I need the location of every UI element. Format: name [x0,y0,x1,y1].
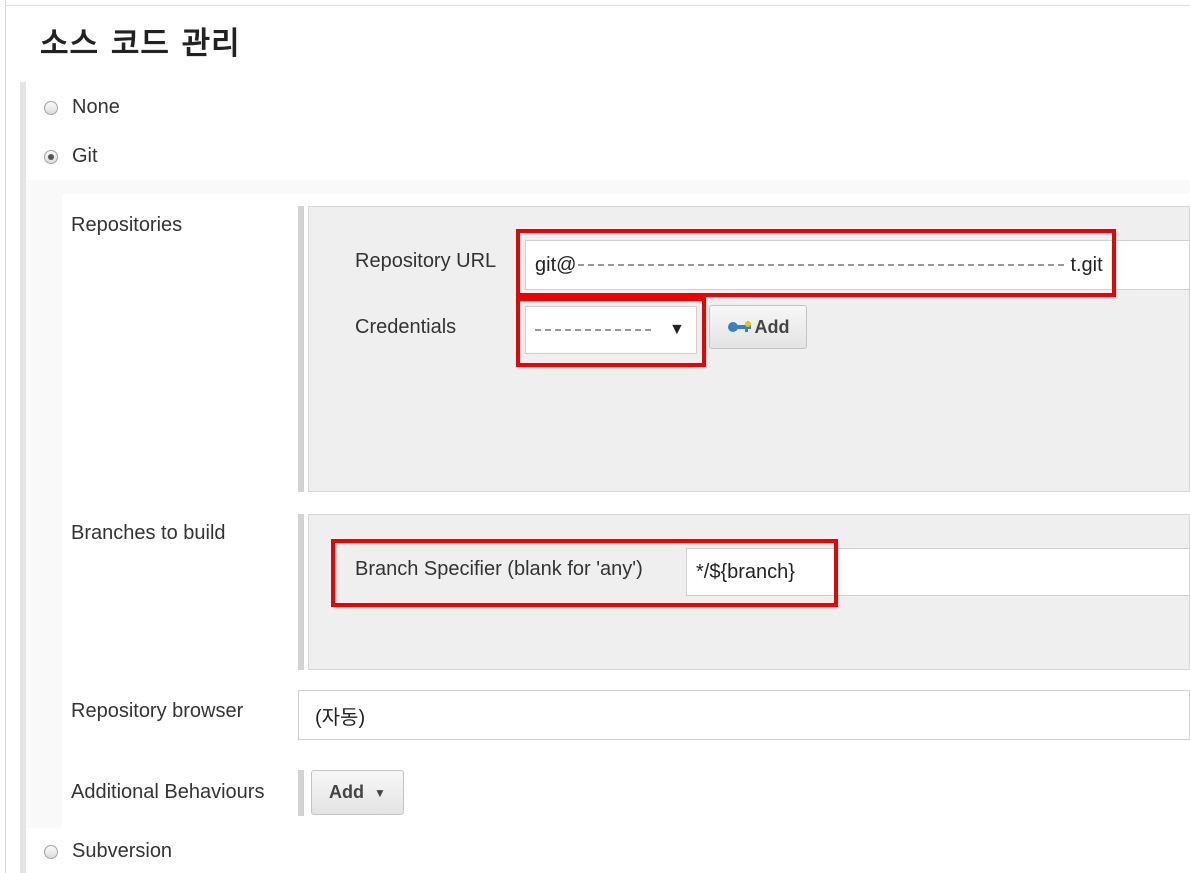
highlight-repository-url [516,229,1116,297]
chevron-down-icon: ▼ [374,785,386,800]
credentials-add-button[interactable]: Add [709,305,807,349]
repo-browser-label: Repository browser [71,700,244,722]
branches-bar [298,514,304,670]
additional-behaviours-label: Additional Behaviours [71,781,265,803]
scm-option-git[interactable]: Git [44,145,98,168]
additional-add-label: Add [329,782,365,802]
credentials-label: Credentials [355,316,457,338]
repository-url-label: Repository URL [355,250,497,272]
git-label: Git [72,145,98,167]
page-left-border [5,0,6,873]
scm-option-none[interactable]: None [44,96,120,119]
section-title: 소스 코드 관리 [40,26,241,62]
repo-browser-value: (자동) [315,706,366,729]
key-icon [727,321,751,332]
page-top-border [5,5,1190,6]
repo-browser-select[interactable]: (자동) [298,690,1190,740]
subversion-radio[interactable] [44,844,58,859]
repositories-bar [298,206,304,492]
branches-label: Branches to build [71,522,226,544]
scm-option-subversion[interactable]: Subversion [44,840,172,863]
highlight-branch-specifier [331,539,838,607]
additional-behaviours-bar [298,770,304,816]
none-radio[interactable] [44,100,58,115]
additional-add-button[interactable]: Add ▼ [311,770,404,815]
highlight-credentials [516,297,706,367]
none-label: None [72,96,120,118]
git-radio[interactable] [44,149,58,164]
repositories-label: Repositories [71,214,183,236]
subversion-label: Subversion [72,840,173,862]
credentials-add-label: Add [754,316,790,337]
